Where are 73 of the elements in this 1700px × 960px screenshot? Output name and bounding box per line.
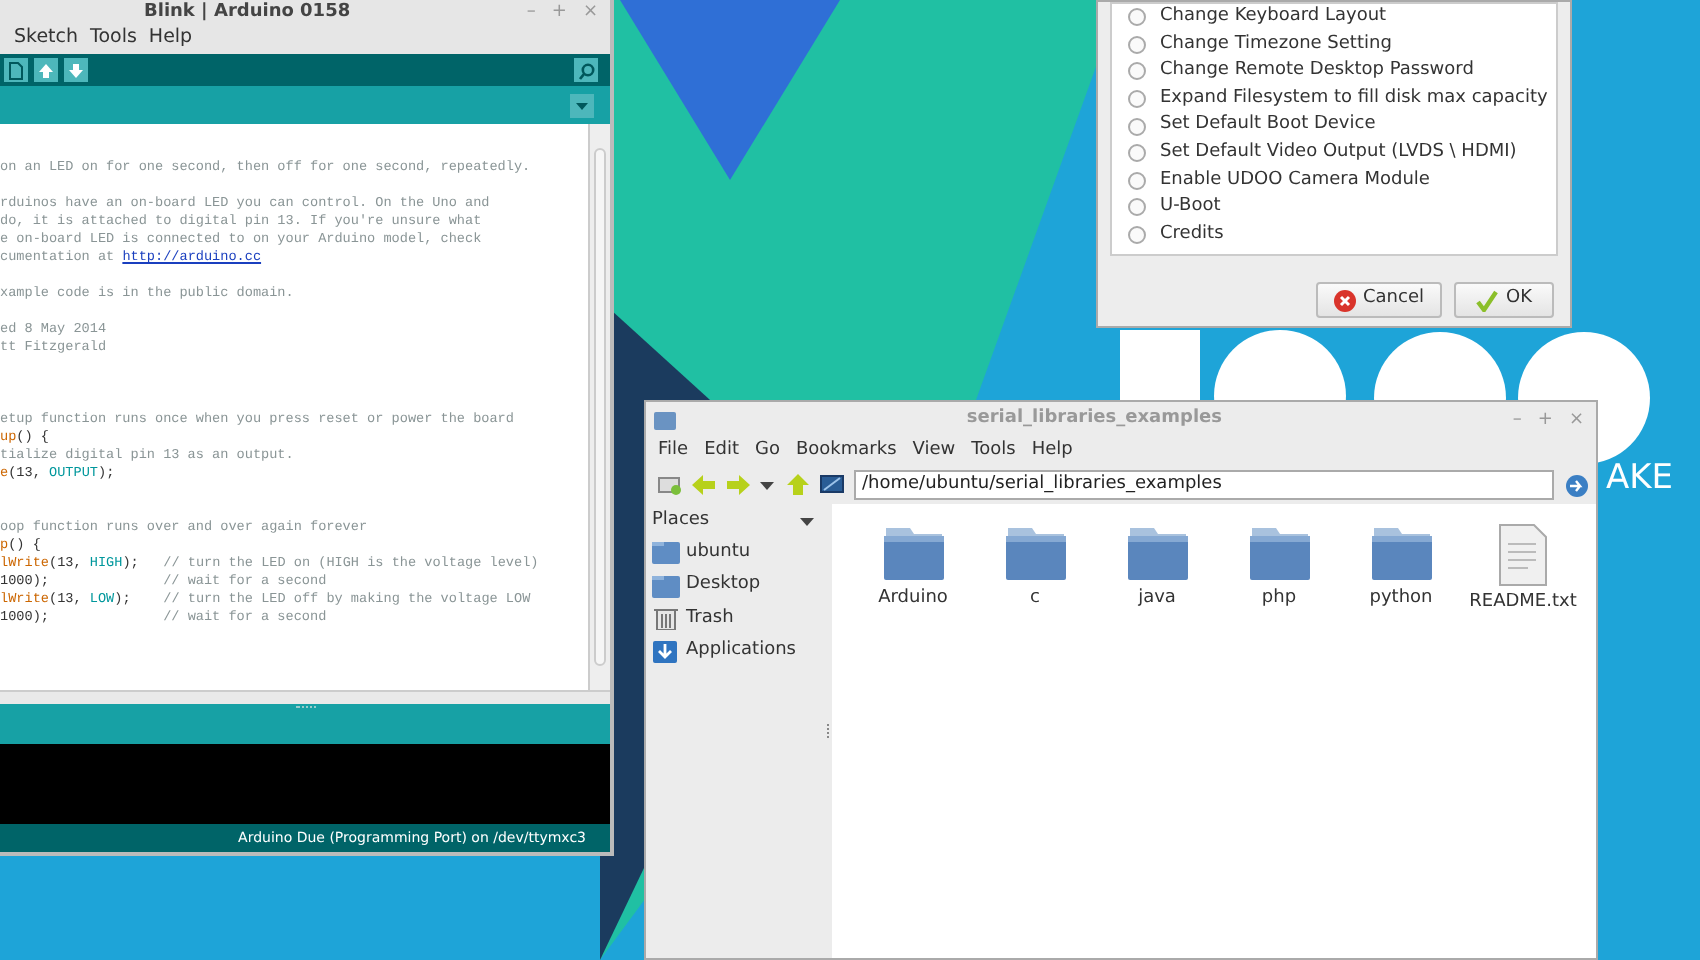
radio-button[interactable] — [1128, 35, 1146, 54]
folder-icon — [654, 410, 676, 430]
back-arrow-icon[interactable] — [692, 474, 716, 496]
radio-button[interactable] — [1128, 62, 1146, 81]
menu-item[interactable]: Sketch — [14, 23, 79, 53]
new-file-icon[interactable] — [4, 58, 28, 82]
folder-icon — [652, 540, 680, 565]
forward-arrow-icon[interactable] — [726, 474, 750, 496]
folder-icon — [652, 573, 680, 598]
radio-button[interactable] — [1128, 226, 1146, 245]
folder-icon[interactable] — [1125, 524, 1189, 582]
file-name[interactable]: c — [1030, 586, 1040, 613]
radio-button[interactable] — [1128, 117, 1146, 136]
file-name[interactable]: Arduino — [878, 586, 948, 613]
cancel-button[interactable]: Cancel — [1315, 282, 1442, 318]
trash-icon — [652, 606, 680, 631]
new-tab-icon[interactable] — [658, 474, 682, 496]
menu-item[interactable]: Edit — [704, 438, 739, 466]
menu-item[interactable]: Tools — [971, 438, 1016, 466]
logo-text: AKE — [1606, 458, 1674, 498]
places-header: Places — [652, 508, 710, 535]
menu-item[interactable]: Go — [755, 438, 780, 466]
sidebar-item[interactable]: ubuntu — [652, 536, 816, 569]
check-icon — [1476, 289, 1498, 311]
file-name[interactable]: README.txt — [1469, 590, 1577, 617]
option-label[interactable]: Credits — [1160, 221, 1224, 249]
file-name[interactable]: java — [1138, 586, 1176, 613]
radio-button[interactable] — [1128, 8, 1146, 27]
radio-button[interactable] — [1128, 90, 1146, 109]
splitter-handle[interactable] — [825, 723, 829, 739]
option-label[interactable]: Enable UDOO Camera Module — [1160, 167, 1430, 195]
scrollbar[interactable] — [0, 690, 610, 704]
radio-button[interactable] — [1128, 144, 1146, 163]
applications-icon — [652, 639, 680, 664]
up-arrow-icon[interactable] — [34, 58, 58, 82]
option-label[interactable]: Change Keyboard Layout — [1160, 4, 1387, 32]
search-icon[interactable] — [574, 58, 598, 82]
window-title: serial_libraries_examples — [964, 406, 1224, 433]
folder-icon[interactable] — [1003, 524, 1067, 582]
sidebar-item[interactable]: Trash — [652, 602, 816, 635]
menu-item[interactable]: Help — [1031, 438, 1073, 466]
sidebar-item[interactable]: Desktop — [652, 569, 816, 602]
option-label[interactable]: Change Remote Desktop Password — [1160, 58, 1474, 86]
sidebar-item[interactable]: Applications — [652, 635, 816, 668]
option-label[interactable]: U-Boot — [1160, 194, 1221, 222]
menu-item[interactable]: File — [658, 438, 689, 466]
menu-item[interactable]: Bookmarks — [795, 438, 897, 466]
folder-icon[interactable] — [1369, 524, 1433, 582]
option-label[interactable]: Expand Filesystem to fill disk max capacity — [1160, 85, 1548, 113]
radio-button[interactable] — [1128, 198, 1146, 217]
caret-icon[interactable] — [570, 93, 594, 117]
splitter-handle[interactable] — [295, 706, 315, 712]
folder-icon[interactable] — [1247, 524, 1311, 582]
computer-icon — [820, 474, 844, 496]
option-label[interactable]: Set Default Boot Device — [1160, 112, 1376, 140]
path-field[interactable]: /home/ubuntu/serial_libraries_examples — [854, 470, 1554, 500]
menu-item[interactable]: Tools — [90, 23, 137, 53]
option-label[interactable]: Change Timezone Setting — [1160, 31, 1392, 59]
window-title: Blink | Arduino 0158 — [144, 1, 351, 21]
radio-button[interactable] — [1128, 171, 1146, 190]
up-arrow-icon[interactable] — [786, 474, 810, 496]
down-arrow-icon[interactable] — [64, 58, 88, 82]
option-label[interactable]: Set Default Video Output (LVDS \ HDMI) — [1160, 140, 1517, 168]
file-name[interactable]: python — [1369, 586, 1433, 613]
scrollbar[interactable] — [588, 124, 610, 690]
menu-item[interactable]: View — [912, 438, 956, 466]
folder-icon[interactable] — [881, 524, 945, 582]
ok-button[interactable]: OK — [1454, 282, 1554, 318]
file-name[interactable]: php — [1261, 586, 1297, 613]
go-icon[interactable] — [1564, 473, 1590, 497]
menu-item[interactable]: Help — [148, 23, 193, 53]
close-icon — [1333, 289, 1355, 311]
caret-icon[interactable] — [800, 516, 816, 528]
